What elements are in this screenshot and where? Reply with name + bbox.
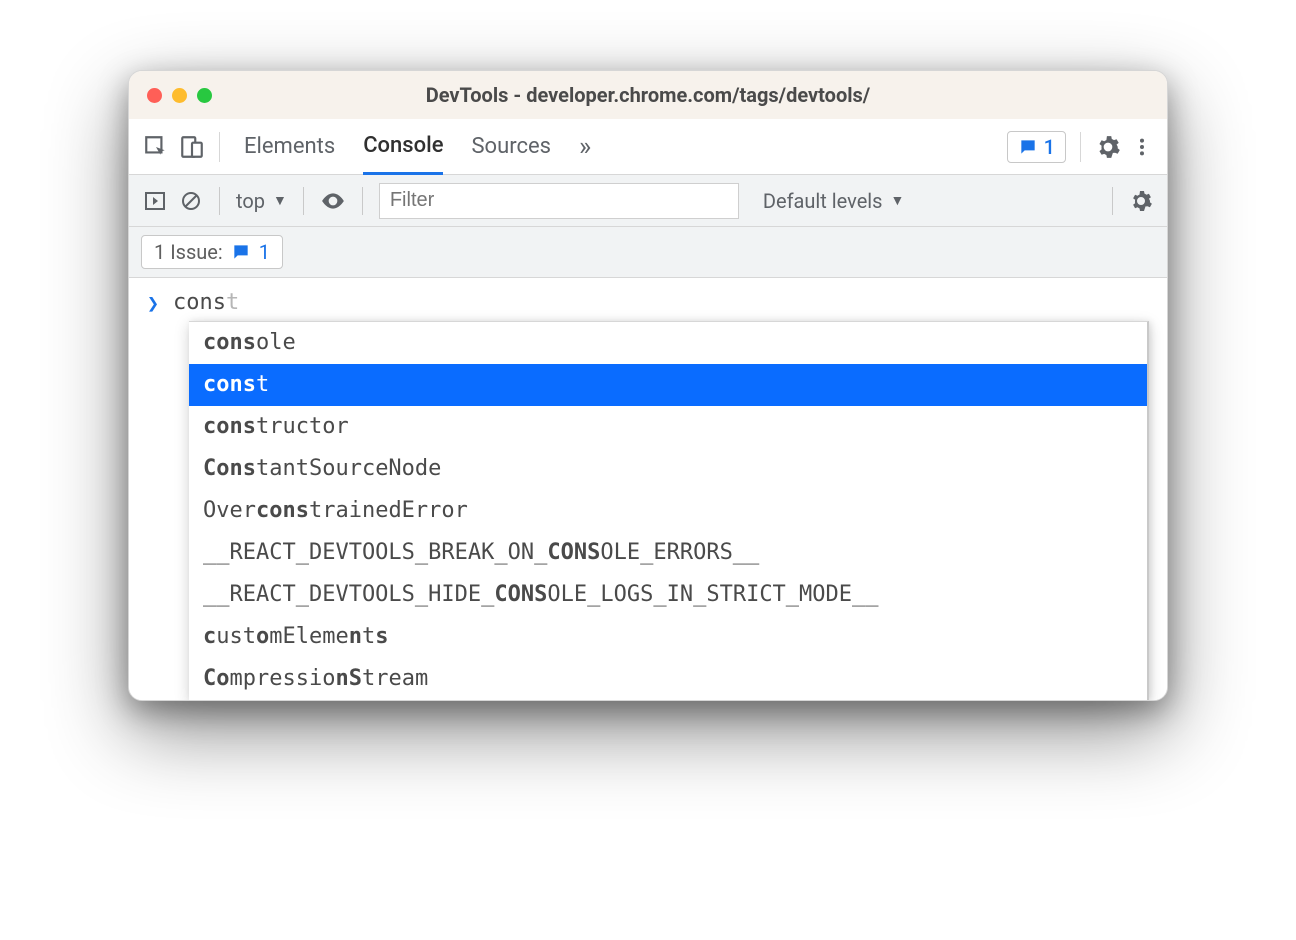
kebab-menu-icon[interactable] — [1131, 134, 1153, 160]
issues-chip[interactable]: 1 Issue: 1 — [141, 235, 283, 269]
close-window-button[interactable] — [147, 88, 162, 103]
autocomplete-item[interactable]: CompressionStream — [189, 658, 1147, 700]
console-input-text: const — [173, 290, 239, 315]
toolbar-issues-badge[interactable]: 1 — [1007, 131, 1066, 163]
autocomplete-item[interactable]: customElements — [189, 616, 1147, 658]
autocomplete-item[interactable]: OverconstrainedError — [189, 490, 1147, 532]
console-body: ❯ const consoleconstconstructorConstantS… — [129, 278, 1167, 700]
issues-icon — [1018, 137, 1038, 157]
context-label: top — [236, 189, 265, 213]
autocomplete-item[interactable]: constructor — [189, 406, 1147, 448]
toolbar-separator — [1080, 132, 1081, 162]
traffic-lights — [147, 88, 212, 103]
tab-label: Elements — [244, 134, 335, 159]
minimize-window-button[interactable] — [172, 88, 187, 103]
chevron-down-icon: ▼ — [273, 192, 287, 209]
toolbar-separator — [219, 132, 220, 162]
issues-label: 1 Issue: — [154, 240, 223, 264]
tab-console[interactable]: Console — [363, 119, 443, 175]
toolbar-separator — [303, 187, 304, 215]
issues-bar: 1 Issue: 1 — [129, 227, 1167, 278]
window-title: DevTools - developer.chrome.com/tags/dev… — [129, 83, 1167, 107]
prompt-caret-icon: ❯ — [147, 291, 159, 315]
console-prompt[interactable]: ❯ const — [129, 288, 1167, 321]
clear-console-icon[interactable] — [179, 189, 203, 213]
toolbar-separator — [362, 187, 363, 215]
inspect-element-icon[interactable] — [143, 134, 169, 160]
autocomplete-item[interactable]: __REACT_DEVTOOLS_BREAK_ON_CONSOLE_ERRORS… — [189, 532, 1147, 574]
log-levels-selector[interactable]: Default levels ▼ — [763, 189, 905, 213]
issues-count: 1 — [259, 240, 270, 264]
autocomplete-item[interactable]: console — [189, 322, 1147, 364]
devtools-window: DevTools - developer.chrome.com/tags/dev… — [128, 70, 1168, 701]
chevron-down-icon: ▼ — [891, 192, 905, 209]
panel-tabs: Elements Console Sources » — [244, 119, 997, 175]
issues-icon — [231, 242, 251, 262]
console-settings-gear-icon[interactable] — [1129, 189, 1153, 213]
levels-label: Default levels — [763, 189, 883, 213]
toggle-sidebar-icon[interactable] — [143, 189, 167, 213]
devtools-toolbar: Elements Console Sources » 1 — [129, 119, 1167, 175]
autocomplete-popup: consoleconstconstructorConstantSourceNod… — [189, 321, 1149, 700]
filter-input[interactable] — [379, 183, 739, 219]
autocomplete-item[interactable]: ConstantSourceNode — [189, 448, 1147, 490]
tab-label: Console — [363, 133, 443, 158]
tab-elements[interactable]: Elements — [244, 119, 335, 175]
toolbar-separator — [219, 187, 220, 215]
titlebar: DevTools - developer.chrome.com/tags/dev… — [129, 71, 1167, 119]
autocomplete-item[interactable]: __REACT_DEVTOOLS_HIDE_CONSOLE_LOGS_IN_ST… — [189, 574, 1147, 616]
more-tabs-button[interactable]: » — [579, 132, 591, 162]
autocomplete-item[interactable]: const — [189, 364, 1147, 406]
live-expression-eye-icon[interactable] — [320, 188, 346, 214]
settings-gear-icon[interactable] — [1095, 134, 1121, 160]
tab-sources[interactable]: Sources — [471, 119, 551, 175]
console-toolbar: top ▼ Default levels ▼ — [129, 175, 1167, 227]
execution-context-selector[interactable]: top ▼ — [236, 189, 287, 213]
toolbar-separator — [1112, 187, 1113, 215]
issues-count: 1 — [1044, 135, 1055, 159]
maximize-window-button[interactable] — [197, 88, 212, 103]
tab-label: Sources — [471, 134, 551, 159]
device-toolbar-icon[interactable] — [179, 134, 205, 160]
